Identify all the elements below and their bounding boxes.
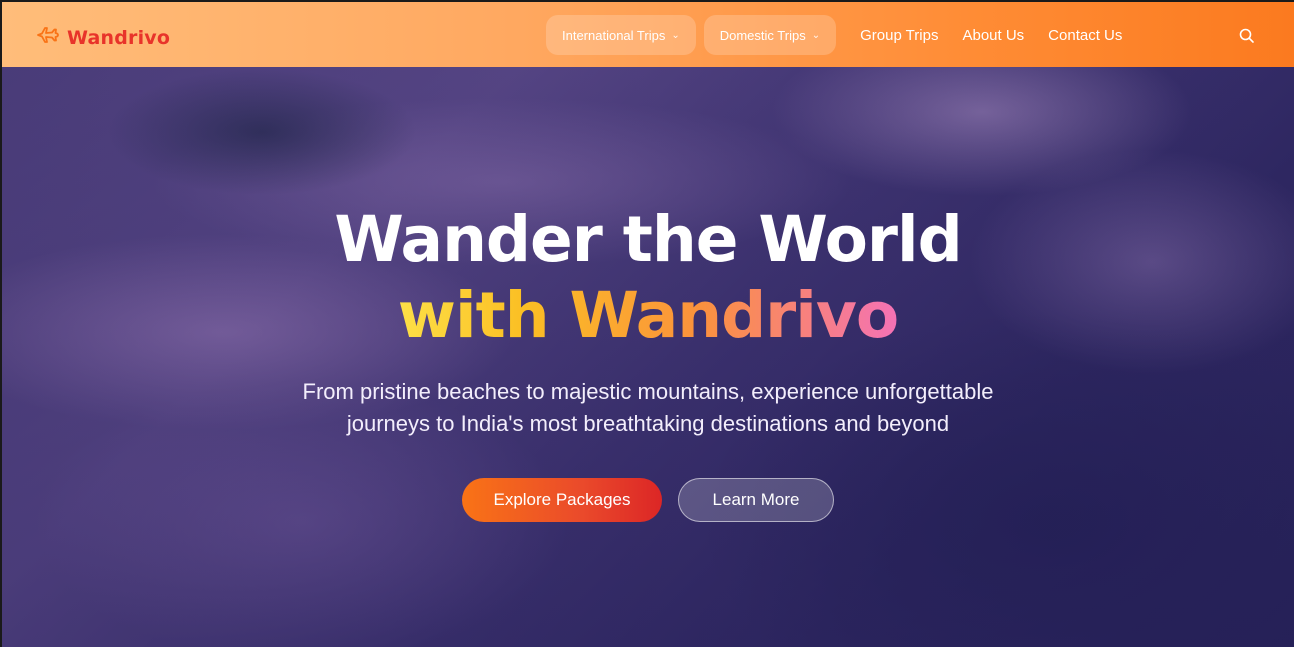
hero-cta-group: Explore Packages Learn More xyxy=(2,478,1294,522)
plane-icon xyxy=(35,23,61,52)
nav-international-trips[interactable]: International Trips ⌄ xyxy=(546,15,696,55)
hero-subtitle: From pristine beaches to majestic mounta… xyxy=(302,379,994,436)
nav-about-us[interactable]: About Us xyxy=(962,27,1024,44)
logo-link[interactable]: Wandrivo xyxy=(35,23,170,52)
nav-group-trips[interactable]: Group Trips xyxy=(860,27,938,44)
nav-pill-label: International Trips xyxy=(562,27,666,43)
explore-packages-button[interactable]: Explore Packages xyxy=(462,478,662,522)
learn-more-button[interactable]: Learn More xyxy=(678,478,834,522)
nav-pill-label: Domestic Trips xyxy=(719,27,806,43)
hero-title-line2: with Wandrivo xyxy=(397,279,899,352)
main-nav: International Trips ⌄ Domestic Trips ⌄ G… xyxy=(546,15,1146,55)
page: Wandrivo International Trips ⌄ Domestic … xyxy=(2,2,1294,647)
hero-title: Wander the World with Wandrivo xyxy=(2,202,1294,354)
chevron-down-icon: ⌄ xyxy=(811,29,821,41)
chevron-down-icon: ⌄ xyxy=(671,29,680,41)
brand-name: Wandrivo xyxy=(67,26,171,49)
navbar: Wandrivo International Trips ⌄ Domestic … xyxy=(2,2,1294,67)
hero-title-line1: Wander the World xyxy=(334,203,962,276)
nav-contact-us[interactable]: Contact Us xyxy=(1048,27,1122,44)
nav-domestic-trips[interactable]: Domestic Trips ⌄ xyxy=(703,15,837,55)
hero-section: Wander the World with Wandrivo From pris… xyxy=(2,202,1294,522)
search-icon[interactable] xyxy=(1238,27,1256,45)
